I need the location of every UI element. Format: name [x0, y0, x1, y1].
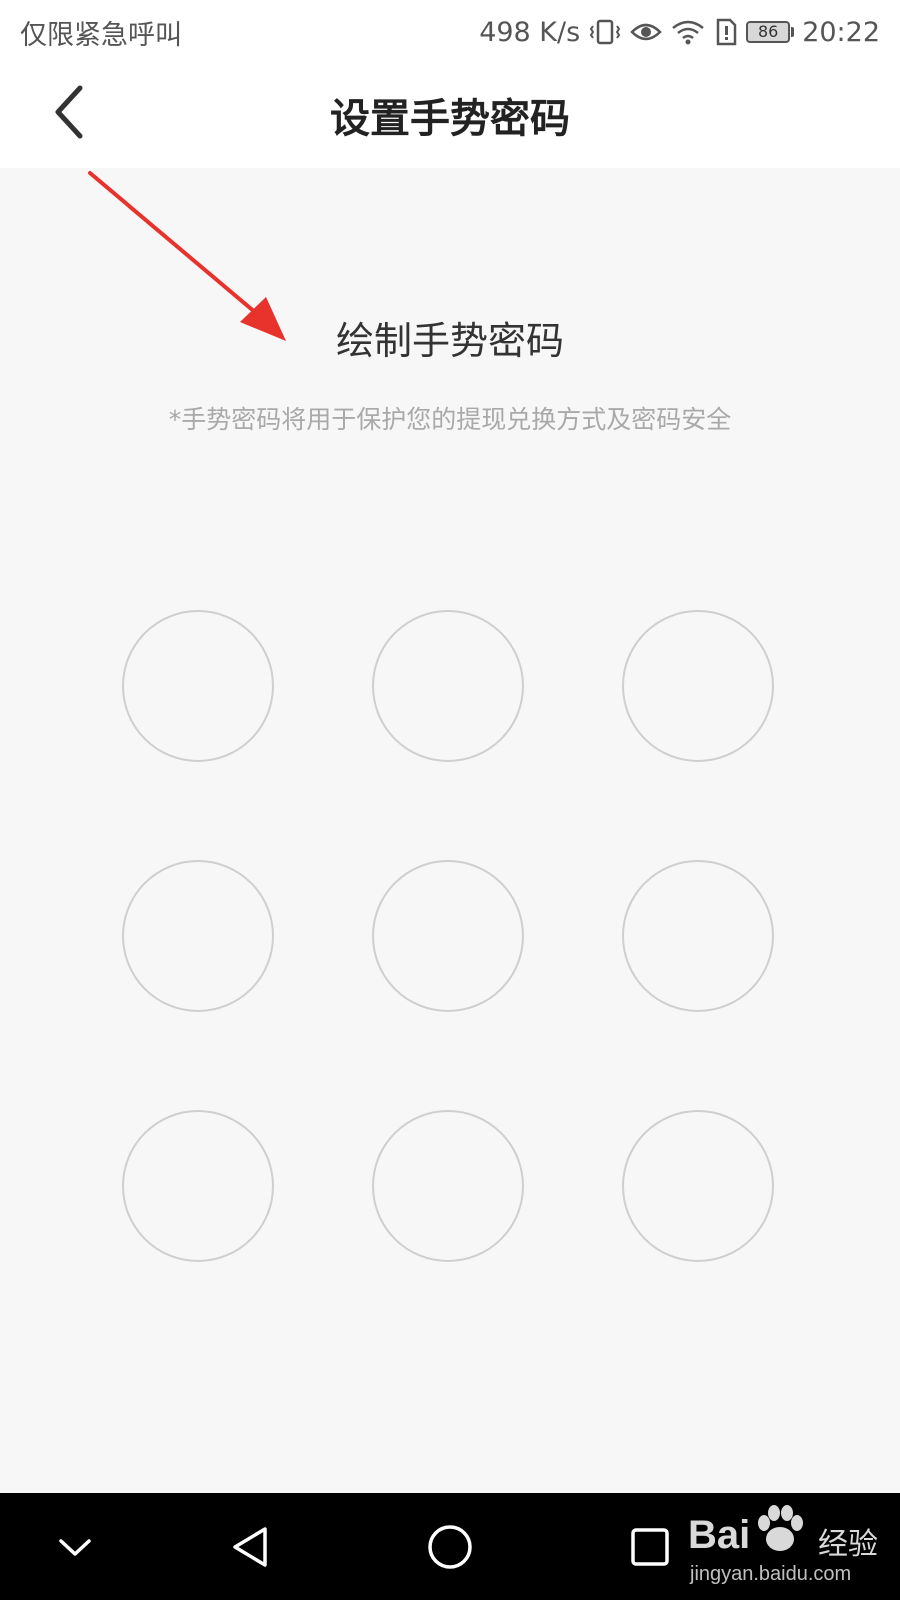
- prompt-title: 绘制手势密码: [335, 319, 564, 363]
- nav-collapse-button[interactable]: [45, 1519, 105, 1575]
- gesture-dot-3[interactable]: [622, 610, 774, 762]
- header-bar: 设置手势密码: [0, 64, 900, 168]
- status-time: 20:22: [802, 16, 880, 48]
- page-title: 设置手势密码: [330, 96, 570, 142]
- wifi-icon: [670, 18, 706, 46]
- nav-back-button[interactable]: [220, 1519, 280, 1575]
- watermark-url: jingyan.baidu.com: [690, 1563, 852, 1585]
- carrier-label: 仅限紧急呼叫: [20, 19, 182, 51]
- gesture-dot-2[interactable]: [372, 610, 524, 762]
- gesture-dot-9[interactable]: [622, 1110, 774, 1262]
- eye-icon: [630, 20, 662, 44]
- gesture-dot-4[interactable]: [122, 860, 274, 1012]
- gesture-dot-7[interactable]: [122, 1110, 274, 1262]
- battery-icon: 86: [746, 21, 795, 43]
- recents-square-icon: [631, 1528, 669, 1566]
- net-speed: 498 K/s: [479, 16, 581, 48]
- status-bar: 仅限紧急呼叫 498 K/s 86 20:22: [0, 0, 900, 64]
- gesture-dot-6[interactable]: [622, 860, 774, 1012]
- vibrate-icon: [588, 18, 622, 46]
- battery-level: 86: [746, 21, 791, 43]
- gesture-dot-8[interactable]: [372, 1110, 524, 1262]
- gesture-dot-1[interactable]: [122, 610, 274, 762]
- back-triangle-icon: [233, 1527, 267, 1567]
- watermark-suffix: 经验: [818, 1527, 878, 1562]
- nav-home-button[interactable]: [420, 1519, 480, 1575]
- home-circle-icon: [428, 1525, 472, 1569]
- prompt-hint: *手势密码将用于保护您的提现兑换方式及密码安全: [168, 405, 732, 434]
- collapse-icon: [59, 1539, 91, 1556]
- baidu-jingyan-watermark: Bai 经验 jingyan.baidu.com: [688, 1497, 888, 1597]
- watermark-brand: Bai: [688, 1513, 751, 1557]
- sim-alert-icon: [714, 18, 738, 46]
- gesture-dot-5[interactable]: [372, 860, 524, 1012]
- nav-recents-button[interactable]: [620, 1519, 680, 1575]
- paw-icon: [758, 1505, 803, 1551]
